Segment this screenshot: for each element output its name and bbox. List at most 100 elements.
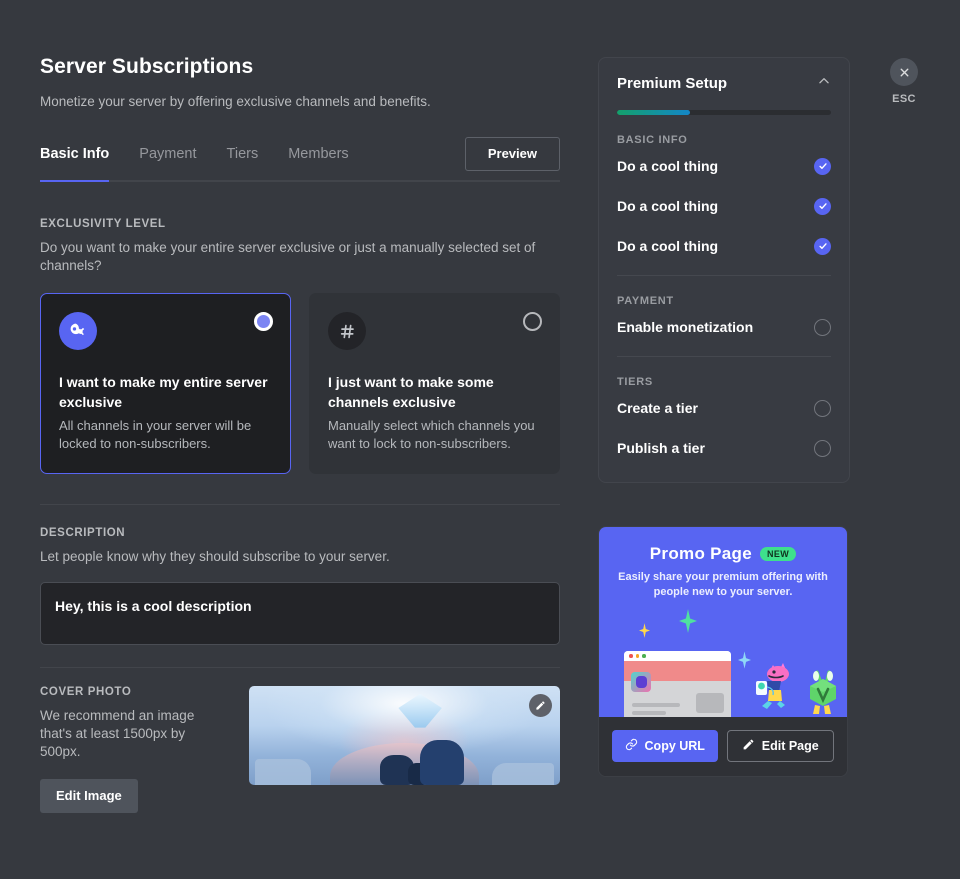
checklist-label: Publish a tier xyxy=(617,440,705,456)
check-icon xyxy=(814,158,831,175)
key-icon xyxy=(59,312,97,350)
page-title: Server Subscriptions xyxy=(40,54,560,80)
panel-divider-1 xyxy=(617,275,831,276)
checklist-label: Do a cool thing xyxy=(617,158,718,174)
avatar-face xyxy=(636,676,647,688)
edit-page-button[interactable]: Edit Page xyxy=(727,730,835,762)
exclusivity-section: EXCLUSIVITY LEVEL Do you want to make yo… xyxy=(40,218,560,474)
avatar xyxy=(631,672,651,692)
hash-icon xyxy=(328,312,366,350)
radio-entire-server[interactable] xyxy=(254,312,273,331)
wumpus-character-icon xyxy=(747,657,793,716)
browser-body xyxy=(624,681,731,717)
checklist-item-create-tier[interactable]: Create a tier xyxy=(617,388,831,428)
promo-browser-mockup xyxy=(624,651,731,717)
copy-url-button[interactable]: Copy URL xyxy=(612,730,718,762)
side-panel: Premium Setup BASIC INFO Do a cool thing xyxy=(598,57,850,777)
option-some-channels[interactable]: I just want to make some channels exclus… xyxy=(309,293,560,474)
cover-rock-right xyxy=(492,763,554,785)
promo-subtitle: Easily share your premium offering with … xyxy=(599,570,847,600)
tab-bar: Basic Info Payment Tiers Members Preview xyxy=(40,141,560,167)
check-icon xyxy=(814,238,831,255)
checklist-item-basic-2[interactable]: Do a cool thing xyxy=(617,186,831,226)
radio-some-channels[interactable] xyxy=(523,312,542,331)
promo-title-row: Promo Page NEW xyxy=(599,544,847,564)
window-dot-red xyxy=(629,654,633,658)
browser-titlebar xyxy=(624,651,731,661)
cover-rock-left xyxy=(255,759,311,785)
exclusivity-options: I want to make my entire server exclusiv… xyxy=(40,293,560,474)
esc-label: ESC xyxy=(880,93,928,105)
setup-progress-track xyxy=(617,110,831,115)
sparkle-icon xyxy=(639,623,650,643)
section-divider-2 xyxy=(40,667,560,668)
panel-divider-2 xyxy=(617,356,831,357)
window-dot-yellow xyxy=(636,654,640,658)
checklist-item-basic-3[interactable]: Do a cool thing xyxy=(617,226,831,266)
cover-photo-section: COVER PHOTO We recommend an image that's… xyxy=(40,686,560,813)
description-label: DESCRIPTION xyxy=(40,527,560,539)
edit-page-label: Edit Page xyxy=(762,739,819,753)
placeholder-line xyxy=(632,703,680,707)
option-entire-server[interactable]: I want to make my entire server exclusiv… xyxy=(40,293,291,474)
checklist-label: Do a cool thing xyxy=(617,198,718,214)
sparkle-icon xyxy=(679,609,697,638)
pencil-icon[interactable] xyxy=(529,694,552,717)
cover-photo-text: COVER PHOTO We recommend an image that's… xyxy=(40,686,249,813)
setup-progress-fill xyxy=(617,110,690,115)
checklist-label: Create a tier xyxy=(617,400,698,416)
premium-setup-panel: Premium Setup BASIC INFO Do a cool thing xyxy=(598,57,850,483)
checklist-label: Enable monetization xyxy=(617,319,753,335)
tab-underline-track xyxy=(40,180,560,182)
placeholder-block xyxy=(696,693,724,713)
checklist-item-enable-monetization[interactable]: Enable monetization xyxy=(617,307,831,347)
page-subtitle: Monetize your server by offering exclusi… xyxy=(40,93,560,111)
window-dot-green xyxy=(642,654,646,658)
main-content: Server Subscriptions Monetize your serve… xyxy=(40,54,560,813)
tab-list: Basic Info Payment Tiers Members xyxy=(40,145,349,164)
edit-image-button[interactable]: Edit Image xyxy=(40,779,138,813)
group-label-payment: PAYMENT xyxy=(617,295,831,307)
tab-active-indicator xyxy=(40,180,109,182)
preview-button[interactable]: Preview xyxy=(465,137,560,171)
empty-circle-icon xyxy=(814,440,831,457)
close-modal-button[interactable]: ESC xyxy=(880,58,928,105)
premium-setup-title: Premium Setup xyxy=(617,75,727,92)
cover-crystal xyxy=(398,694,442,728)
tab-tiers[interactable]: Tiers xyxy=(227,145,259,164)
option-entire-server-heading: I want to make my entire server exclusiv… xyxy=(59,372,272,412)
empty-circle-icon xyxy=(814,319,831,336)
checklist-item-publish-tier[interactable]: Publish a tier xyxy=(617,428,831,468)
exclusivity-label: EXCLUSIVITY LEVEL xyxy=(40,218,560,230)
chevron-up-icon[interactable] xyxy=(817,74,831,93)
option-entire-server-body: All channels in your server will be lock… xyxy=(59,417,272,453)
settings-modal: Server Subscriptions Monetize your serve… xyxy=(0,0,960,879)
close-icon[interactable] xyxy=(890,58,918,86)
check-icon xyxy=(814,198,831,215)
promo-actions: Copy URL Edit Page xyxy=(599,717,847,776)
link-icon xyxy=(625,738,638,754)
option-some-channels-body: Manually select which channels you want … xyxy=(328,417,541,453)
empty-circle-icon xyxy=(814,400,831,417)
tab-payment[interactable]: Payment xyxy=(139,145,196,164)
section-divider-1 xyxy=(40,504,560,505)
placeholder-line xyxy=(632,711,666,715)
promo-title: Promo Page xyxy=(650,544,752,564)
exclusivity-description: Do you want to make your entire server e… xyxy=(40,239,540,275)
cover-photo-preview[interactable] xyxy=(249,686,560,785)
clyde-character-icon xyxy=(804,669,844,717)
copy-url-label: Copy URL xyxy=(645,739,705,753)
option-some-channels-heading: I just want to make some channels exclus… xyxy=(328,372,541,412)
promo-page-card: Promo Page NEW Easily share your premium… xyxy=(598,526,848,777)
tab-basic-info[interactable]: Basic Info xyxy=(40,145,109,164)
group-label-basic-info: BASIC INFO xyxy=(617,134,831,146)
cover-figure-b xyxy=(420,740,464,785)
cover-photo-label: COVER PHOTO xyxy=(40,686,249,698)
tab-members[interactable]: Members xyxy=(288,145,348,164)
checklist-item-basic-1[interactable]: Do a cool thing xyxy=(617,146,831,186)
description-section: DESCRIPTION Let people know why they sho… xyxy=(40,527,560,645)
premium-setup-header[interactable]: Premium Setup xyxy=(617,74,831,93)
group-label-tiers: TIERS xyxy=(617,376,831,388)
new-badge: NEW xyxy=(760,547,796,561)
description-input[interactable]: Hey, this is a cool description xyxy=(40,582,560,645)
